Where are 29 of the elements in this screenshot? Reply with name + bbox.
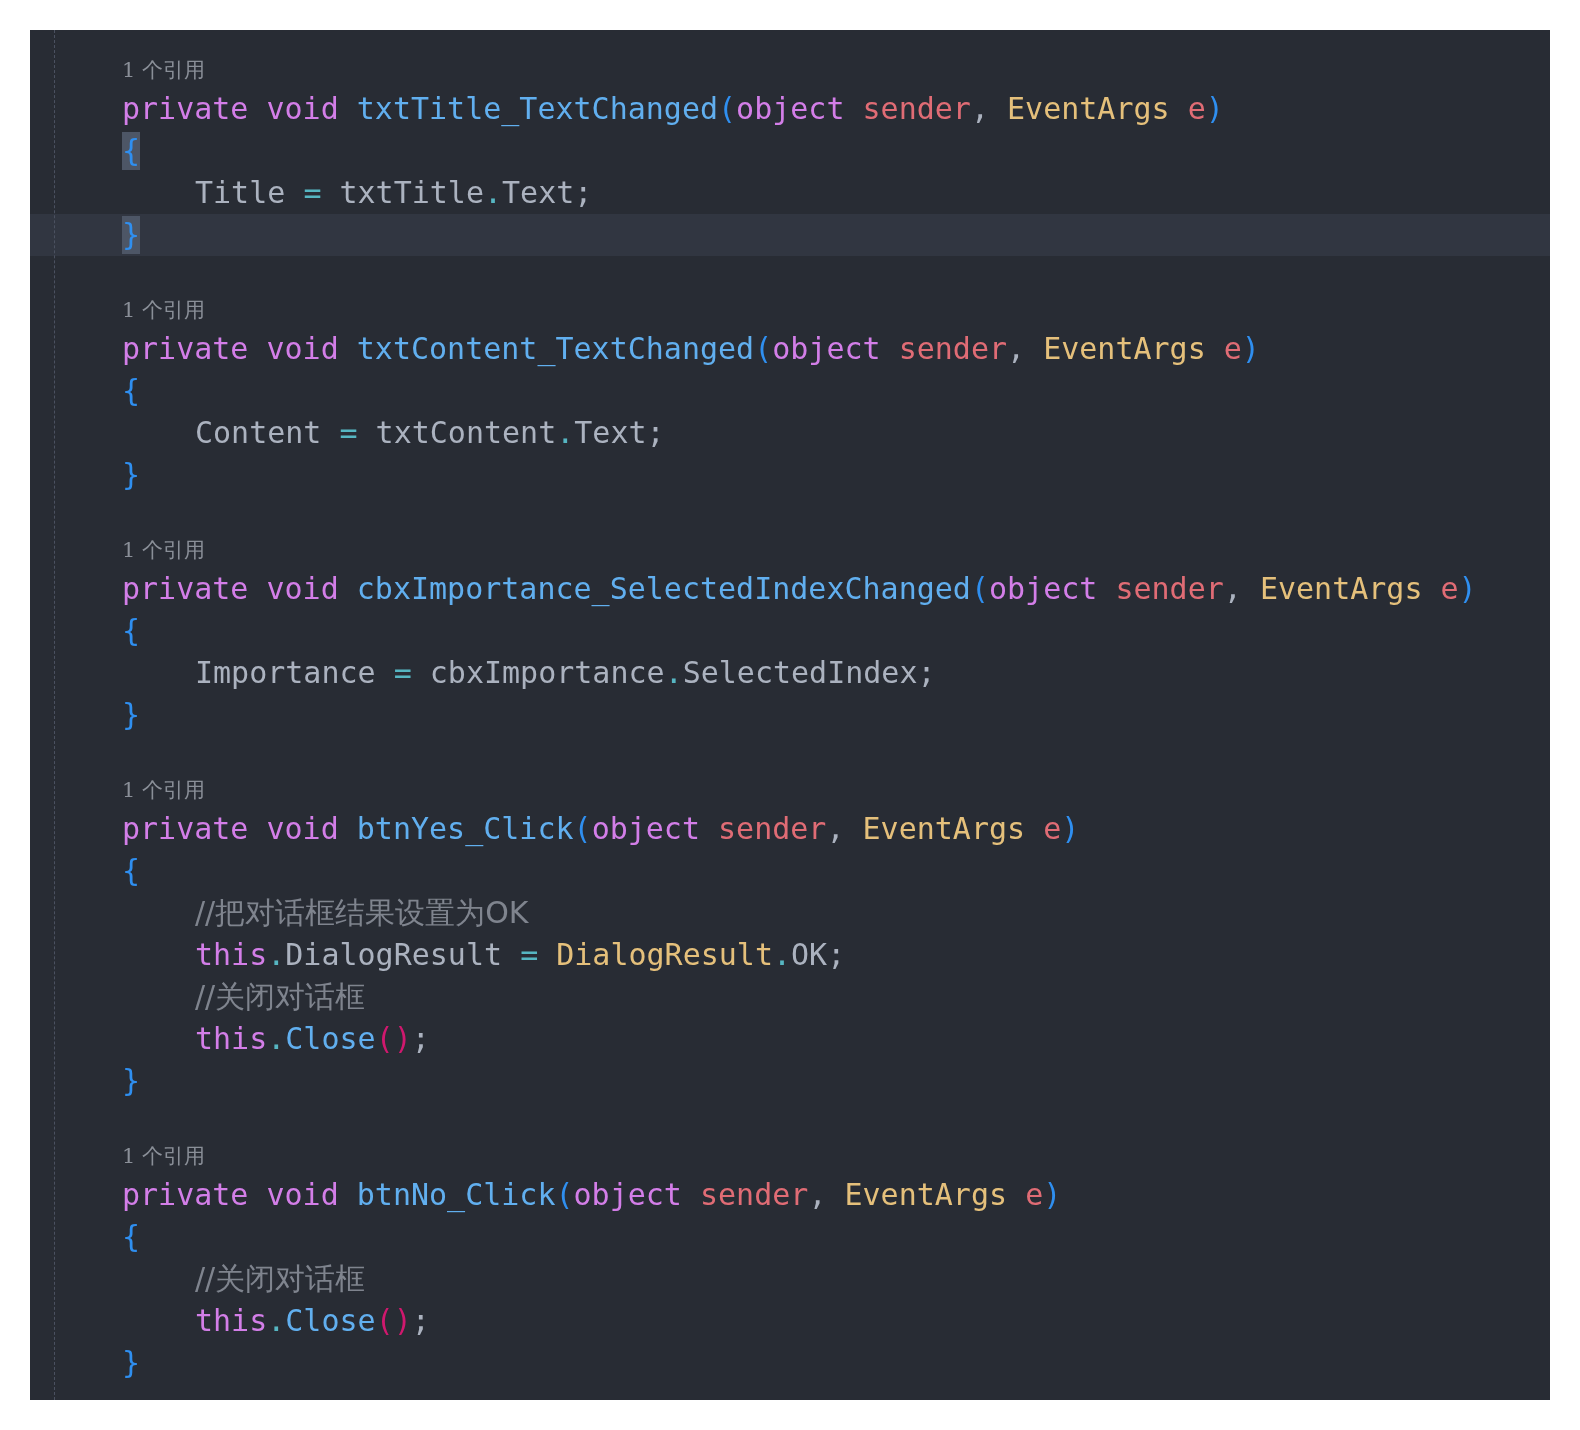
code-line: this.Close(); xyxy=(195,1020,430,1058)
code-comment: //关闭对话框 xyxy=(195,1260,366,1298)
opening-brace: { xyxy=(122,612,141,650)
opening-brace: { xyxy=(122,372,141,410)
code-comment: //把对话框结果设置为OK xyxy=(195,894,529,932)
code-line: private void cbxImportance_SelectedIndexChanged(object sender, EventArgs e) xyxy=(122,570,1477,609)
code-line: this.Close(); xyxy=(195,1302,430,1340)
code-line: private void btnNo_Click(object sender, EventArgs e) xyxy=(122,1176,1062,1215)
reference-count[interactable]: 1 个引用 xyxy=(122,52,206,88)
closing-brace: } xyxy=(122,216,141,254)
opening-brace: { xyxy=(122,1218,141,1256)
code-line: Content = txtContent.Text; xyxy=(195,414,665,452)
code-comment: //关闭对话框 xyxy=(195,978,366,1016)
code-line: Title = txtTitle.Text; xyxy=(195,174,593,212)
closing-brace: } xyxy=(122,456,141,494)
closing-brace: } xyxy=(122,1344,141,1382)
opening-brace: { xyxy=(122,132,141,170)
closing-brace: } xyxy=(122,1062,141,1100)
reference-count[interactable]: 1 个引用 xyxy=(122,1138,206,1174)
code-line: this.DialogResult = DialogResult.OK; xyxy=(195,936,846,974)
code-line: private void txtContent_TextChanged(object sender, EventArgs e) xyxy=(122,330,1260,369)
reference-count[interactable]: 1 个引用 xyxy=(122,772,206,808)
opening-brace: { xyxy=(122,852,141,890)
code-line: Importance = cbxImportance.SelectedIndex; xyxy=(195,654,936,692)
reference-count[interactable]: 1 个引用 xyxy=(122,292,206,328)
code-line: private void txtTitle_TextChanged(object sender, EventArgs e) xyxy=(122,90,1224,129)
reference-count[interactable]: 1 个引用 xyxy=(122,532,206,568)
code-line: private void btnYes_Click(object sender, EventArgs e) xyxy=(122,810,1080,849)
closing-brace: } xyxy=(122,696,141,734)
